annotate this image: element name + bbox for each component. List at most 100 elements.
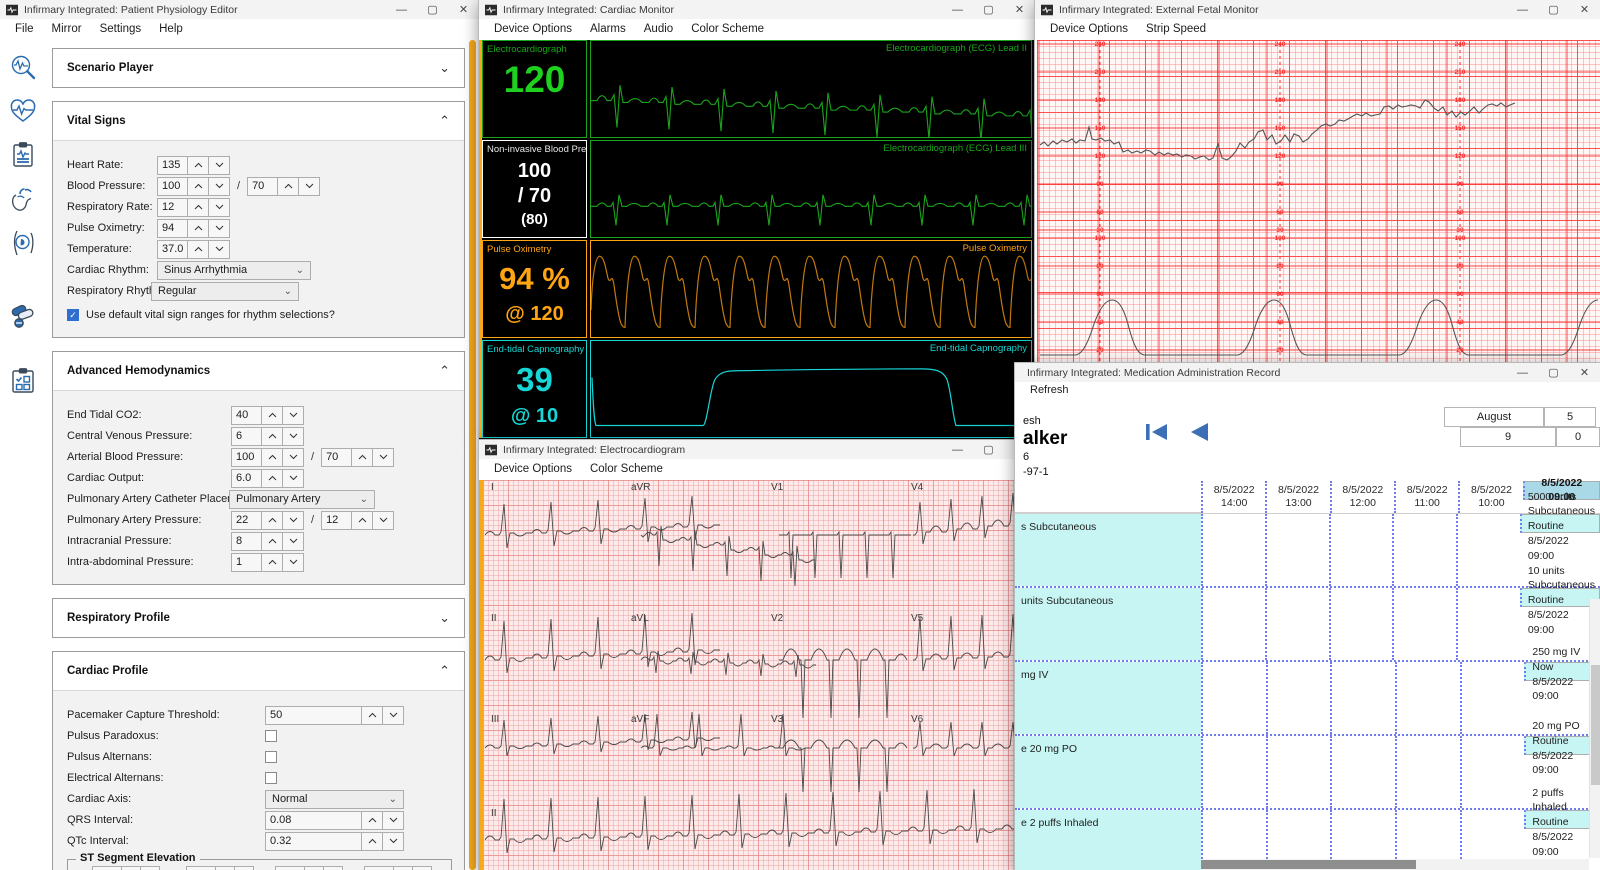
dose-cell-selected[interactable]: 10 units Subcutaneous Routine 8/5/2022 0…	[1520, 588, 1600, 607]
dose-cell[interactable]	[1201, 588, 1265, 660]
increment-icon[interactable]	[188, 156, 209, 175]
card-header[interactable]: Respiratory Profile ⌄	[53, 599, 464, 637]
medication-pills-icon[interactable]	[8, 300, 38, 330]
decrement-icon[interactable]	[283, 448, 304, 467]
intra-abdominal-pressure-value[interactable]: 1	[231, 553, 262, 572]
menu-mirror[interactable]: Mirror	[43, 19, 91, 40]
bp-systolic-value[interactable]: 100	[157, 177, 188, 196]
menu-refresh[interactable]: Refresh	[1021, 380, 1078, 401]
qrs-interval-value[interactable]: 0.08	[265, 811, 362, 830]
ecg-lead-ii-waveform[interactable]: Electrocardiograph (ECG) Lead II	[590, 40, 1032, 138]
dose-cell[interactable]	[1330, 736, 1395, 808]
card-vital-signs[interactable]: Vital Signs ⌃ Heart Rate: Blood Pressure…	[52, 101, 465, 338]
card-scenario-player[interactable]: Scenario Player ⌄	[52, 48, 465, 88]
menu-device-options[interactable]: Device Options	[1041, 19, 1137, 40]
increment-icon[interactable]	[262, 511, 283, 530]
cardiac-rhythm-select[interactable]: Sinus Arrhythmia ⌄	[157, 261, 311, 280]
card-header[interactable]: Advanced Hemodynamics ⌃	[53, 352, 464, 390]
minimize-button[interactable]: —	[942, 440, 973, 459]
st-lead-aVR-stepper[interactable]: 0.0	[186, 866, 254, 870]
electrocardiogram-window[interactable]: Infirmary Integrated: Electrocardiogram …	[479, 440, 1035, 870]
decrement-icon[interactable]	[209, 240, 230, 259]
checklist-clipboard-icon[interactable]	[8, 366, 38, 396]
dose-cell-selected[interactable]: 5000 units Subcutaneous Routine 8/5/2022…	[1520, 514, 1600, 533]
increment-icon[interactable]	[262, 532, 283, 551]
increment-icon[interactable]	[362, 706, 383, 725]
st-lead-V4-stepper[interactable]: 0.0	[364, 866, 432, 870]
heart-pulse-icon[interactable]	[8, 96, 38, 126]
card-advanced-hemodynamics[interactable]: Advanced Hemodynamics ⌃ End Tidal CO2: C…	[52, 351, 465, 585]
increment-icon[interactable]	[188, 177, 209, 196]
intra-abdominal-pressure-stepper[interactable]: 1	[231, 553, 304, 572]
decrement-icon[interactable]	[209, 219, 230, 238]
dose-cell[interactable]	[1456, 514, 1520, 586]
increment-icon[interactable]	[262, 469, 283, 488]
st-value[interactable]: 0.0	[275, 866, 305, 870]
increment-icon[interactable]	[262, 406, 283, 425]
increment-icon[interactable]	[352, 511, 373, 530]
table-row[interactable]: s Subcutaneous 5000 units Subcutaneous R…	[1015, 514, 1600, 588]
ecg-paper[interactable]: I aVR V1 V4 II aVL V2 V5 III aVF V3 V6 I…	[483, 480, 1035, 870]
decrement-icon[interactable]	[373, 448, 394, 467]
table-row[interactable]: e 20 mg PO 20 mg PO Routine 8/5/2022 09:…	[1015, 736, 1600, 810]
scrollbar-thumb[interactable]	[1201, 860, 1416, 869]
mar-navigation[interactable]	[1143, 418, 1213, 451]
etco2-waveform[interactable]: End-tidal Capnography	[590, 340, 1032, 438]
pulsus-alternans-checkbox[interactable]	[265, 751, 277, 763]
close-button[interactable]: ✕	[1569, 0, 1600, 19]
central-venous-pressure-stepper[interactable]: 6	[231, 427, 304, 446]
st-lead-V1-stepper[interactable]: 0.0	[275, 866, 343, 870]
scrollbar-thumb[interactable]	[1591, 665, 1600, 785]
dose-cell[interactable]	[1392, 588, 1456, 660]
dose-cell[interactable]	[1266, 662, 1331, 734]
menubar[interactable]: Refresh	[1015, 382, 1600, 400]
respiratory-rate-stepper[interactable]: 12	[157, 198, 230, 217]
central-venous-pressure-value[interactable]: 6	[231, 427, 262, 446]
end-tidal-co2-value[interactable]: 40	[231, 406, 262, 425]
table-row[interactable]: units Subcutaneous 10 units Subcutaneous…	[1015, 588, 1600, 662]
decrement-icon[interactable]	[283, 511, 304, 530]
menu-color-scheme[interactable]: Color Scheme	[581, 459, 672, 480]
increment-icon[interactable]	[362, 811, 383, 830]
close-button[interactable]: ✕	[448, 0, 479, 19]
scenario-search-waveform-icon[interactable]	[8, 52, 38, 82]
qtc-interval-stepper[interactable]: 0.32	[265, 832, 404, 851]
pulsus-paradoxus-checkbox[interactable]	[265, 730, 277, 742]
close-button[interactable]: ✕	[1569, 363, 1600, 382]
qtc-interval-value[interactable]: 0.32	[265, 832, 362, 851]
qrs-interval-stepper[interactable]: 0.08	[265, 811, 404, 830]
intracranial-pressure-stepper[interactable]: 8	[231, 532, 304, 551]
etco2-numeric-panel[interactable]: End-tidal Capnography 39 @ 10	[482, 340, 587, 438]
decrement-icon[interactable]	[283, 427, 304, 446]
nibp-numeric-panel[interactable]: Non-invasive Blood Pressure 100 / 70 (80…	[482, 140, 587, 238]
increment-icon[interactable]	[278, 177, 299, 196]
increment-icon[interactable]	[188, 198, 209, 217]
maximize-button[interactable]: ▢	[1538, 363, 1569, 382]
dose-cell[interactable]	[1201, 736, 1266, 808]
dose-cell[interactable]	[1392, 514, 1456, 586]
column-header[interactable]: 8/5/2022 12:00	[1330, 481, 1394, 513]
dose-cell[interactable]	[1395, 662, 1460, 734]
mar-horizontal-scrollbar[interactable]	[1201, 859, 1589, 870]
chevron-up-icon[interactable]: ⌃	[439, 363, 450, 379]
minimize-button[interactable]: —	[1507, 363, 1538, 382]
arterial-bp-systolic-value[interactable]: 100	[231, 448, 262, 467]
pa-pressure-diastolic-stepper[interactable]: 12	[321, 511, 394, 530]
editor-scroll-area[interactable]: Scenario Player ⌄ Vital Signs ⌃ Heart Ra…	[46, 40, 479, 870]
st-value[interactable]: 0.0	[186, 866, 216, 870]
month-field[interactable]: August	[1444, 407, 1544, 427]
fetal-obstetric-icon[interactable]	[8, 228, 38, 258]
day-field[interactable]: 5	[1544, 407, 1596, 427]
editor-scrollbar[interactable]	[469, 40, 476, 870]
minimize-button[interactable]: —	[386, 0, 417, 19]
decrement-icon[interactable]	[299, 177, 320, 196]
spo2-waveform[interactable]: Pulse Oximetry	[590, 240, 1032, 338]
arterial-bp-diastolic-stepper[interactable]: 70	[321, 448, 394, 467]
maximize-button[interactable]: ▢	[973, 440, 1004, 459]
minimize-button[interactable]: —	[1507, 0, 1538, 19]
minimize-button[interactable]: —	[942, 0, 973, 19]
menubar[interactable]: File Mirror Settings Help	[0, 19, 479, 40]
chevron-down-icon[interactable]: ⌄	[439, 610, 450, 626]
menu-settings[interactable]: Settings	[91, 19, 151, 40]
arterial-bp-systolic-stepper[interactable]: 100	[231, 448, 304, 467]
